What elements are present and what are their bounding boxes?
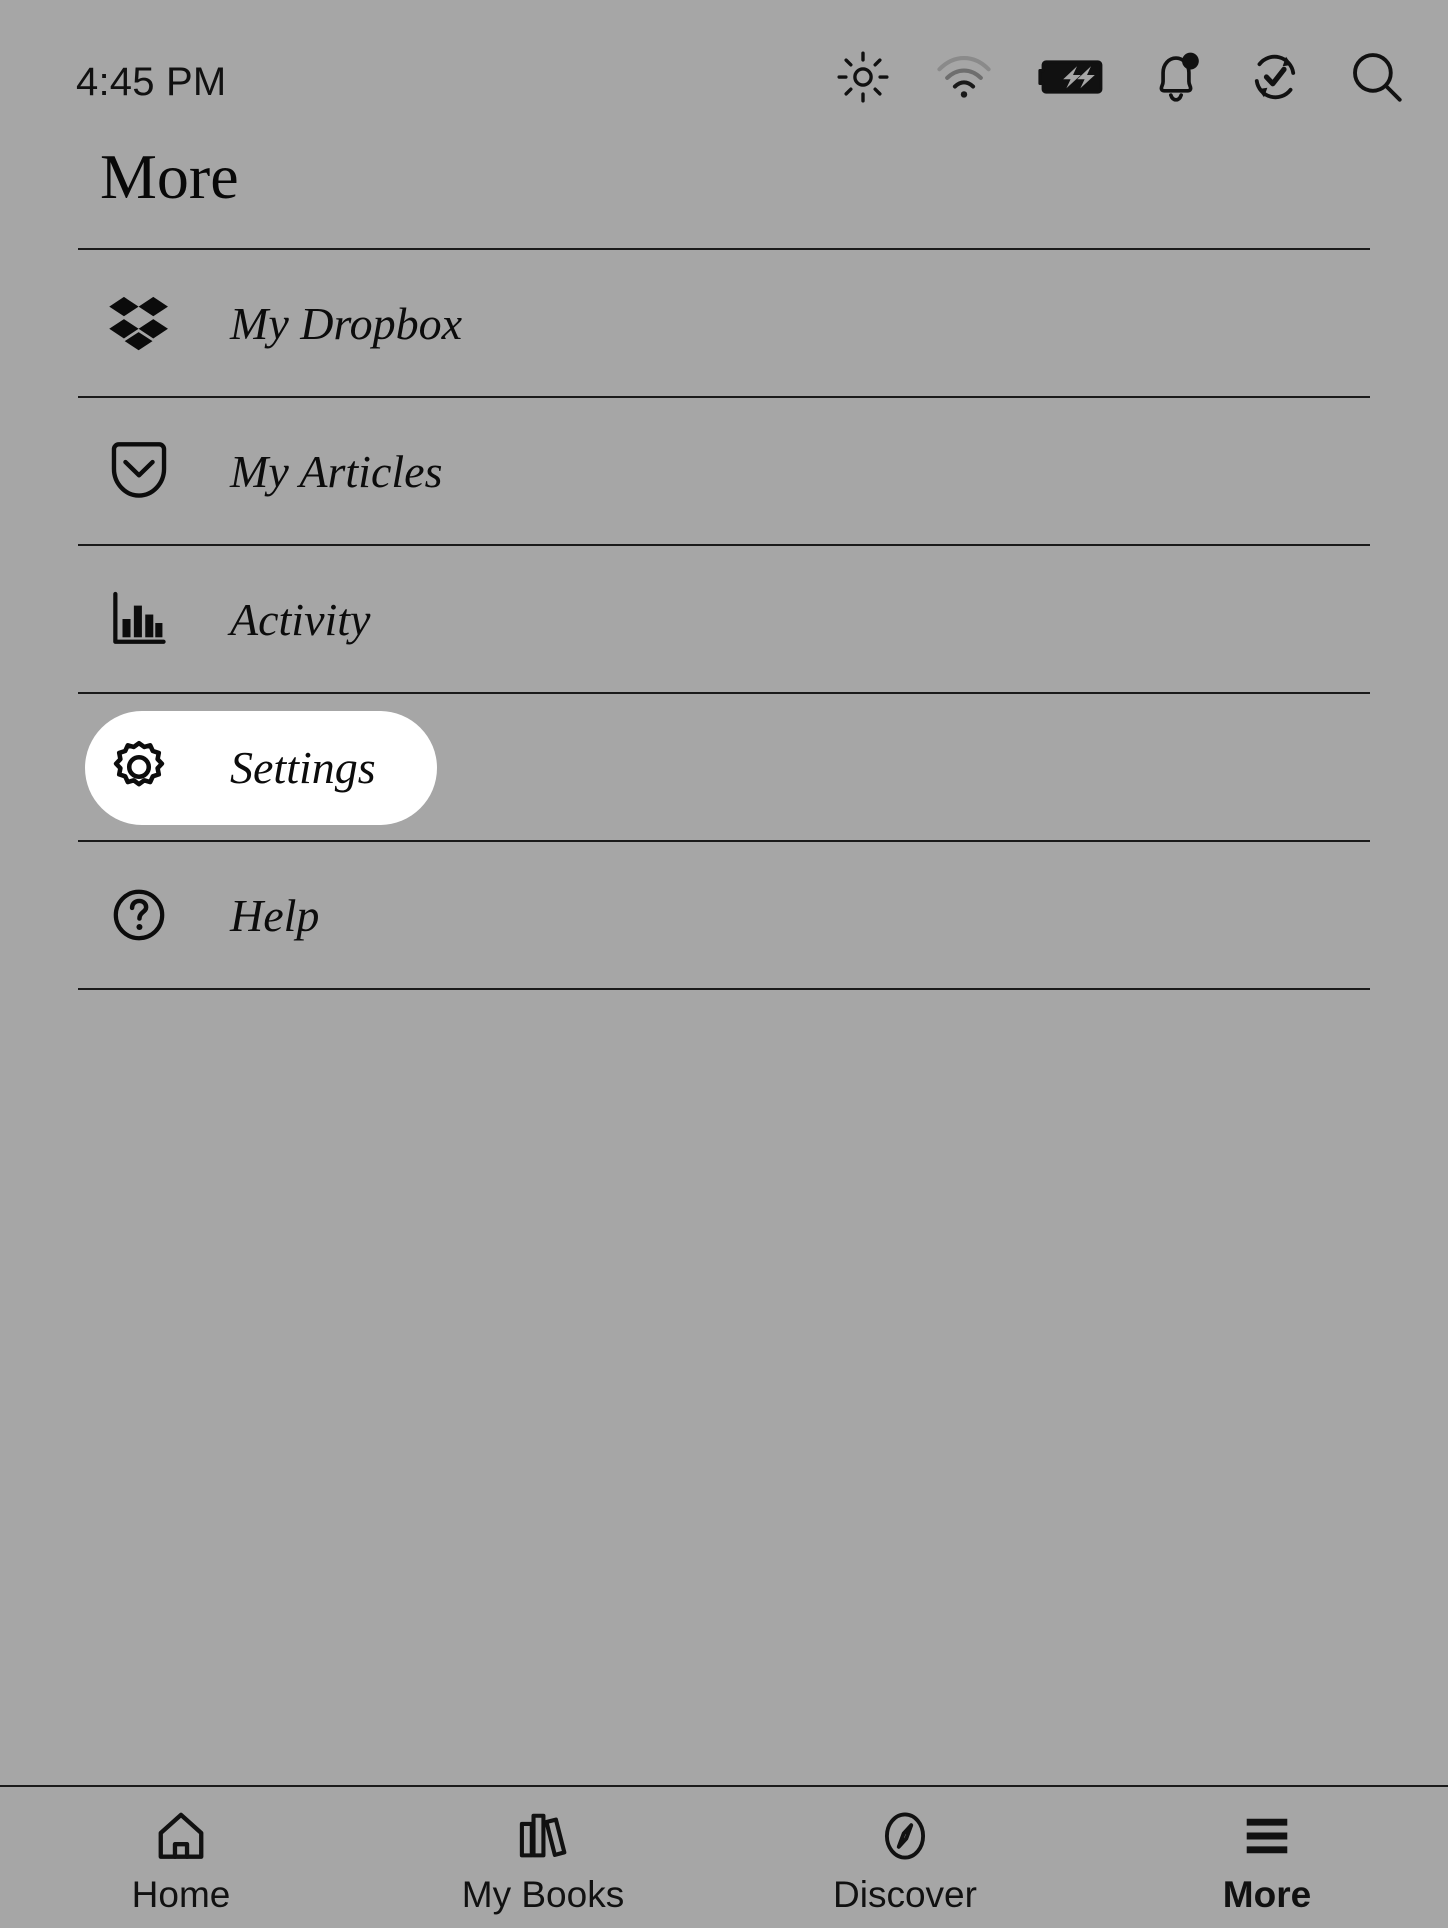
hamburger-icon: [1239, 1805, 1295, 1867]
compass-icon: [879, 1805, 931, 1867]
bottom-tab-bar: Home My Books Discover: [0, 1785, 1448, 1926]
status-bar: 4:45 PM: [0, 0, 1448, 148]
menu-item-help[interactable]: Help: [78, 842, 1370, 990]
tab-label: Home: [132, 1875, 231, 1916]
home-icon: [153, 1805, 209, 1867]
status-icon-group: [836, 48, 1406, 111]
question-circle-icon: [102, 886, 176, 944]
sync-icon[interactable]: [1248, 50, 1302, 109]
wifi-icon[interactable]: [936, 54, 992, 105]
status-time: 4:45 PM: [76, 60, 226, 105]
menu-item-my-articles[interactable]: My Articles: [78, 398, 1370, 546]
menu-item-label: My Dropbox: [230, 297, 462, 350]
bar-chart-icon: [102, 590, 176, 648]
menu-item-label: My Articles: [230, 445, 442, 498]
tab-label: More: [1223, 1875, 1311, 1916]
more-menu-list: My Dropbox My Articles Activity: [78, 248, 1370, 990]
tab-home[interactable]: Home: [0, 1787, 362, 1928]
brightness-icon[interactable]: [836, 50, 890, 109]
search-icon[interactable]: [1348, 48, 1406, 111]
menu-item-activity[interactable]: Activity: [78, 546, 1370, 694]
menu-item-label: Help: [230, 889, 319, 942]
page-title: More: [100, 145, 239, 209]
dropbox-icon: [102, 295, 176, 351]
menu-item-label: Activity: [230, 593, 370, 646]
menu-item-my-dropbox[interactable]: My Dropbox: [78, 250, 1370, 398]
gear-icon: [102, 736, 176, 798]
tab-label: Discover: [833, 1875, 977, 1916]
tab-label: My Books: [462, 1875, 624, 1916]
pocket-icon: [102, 440, 176, 502]
tab-my-books[interactable]: My Books: [362, 1787, 724, 1928]
menu-item-settings[interactable]: Settings: [78, 694, 1370, 842]
battery-charging-icon: [1038, 57, 1104, 102]
books-icon: [515, 1805, 571, 1867]
notifications-bell-icon[interactable]: [1150, 49, 1202, 110]
tab-more[interactable]: More: [1086, 1787, 1448, 1928]
tab-discover[interactable]: Discover: [724, 1787, 1086, 1928]
menu-item-label: Settings: [230, 741, 376, 794]
